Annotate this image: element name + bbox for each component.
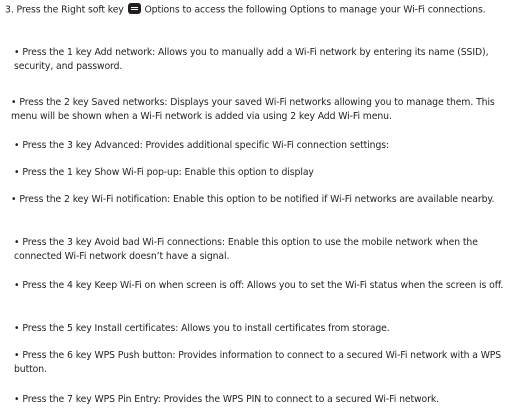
manual-page: 3. Press the Right soft key Options to a…	[0, 0, 518, 411]
list-item-keep-wifi-on: • Press the 4 key Keep Wi-Fi on when scre…	[14, 279, 514, 293]
list-item-text: Press the 7 key WPS Pin Entry: Provides …	[22, 394, 439, 405]
intro-text-after: Options to access the following Options …	[144, 4, 486, 16]
list-item-wps-push-button: • Press the 6 key WPS Push button: Provid…	[14, 349, 514, 376]
list-item-saved-networks: • Press the 2 key Saved networks: Display…	[11, 96, 511, 123]
list-item-text: Press the 1 key Show Wi-Fi pop-up: Enabl…	[22, 167, 314, 178]
list-item-text: Press the 4 key Keep Wi-Fi on when scree…	[22, 280, 504, 291]
bullet: •	[11, 194, 17, 205]
bullet: •	[14, 280, 20, 291]
list-item-avoid-bad-wifi: • Press the 3 key Avoid bad Wi-Fi connect…	[14, 236, 514, 263]
bullet: •	[14, 323, 20, 334]
list-item-text: Press the 3 key Advanced: Provides addit…	[22, 140, 390, 151]
list-item-add-network: • Press the 1 key Add network: Allows you…	[14, 46, 514, 73]
list-item-advanced: • Press the 3 key Advanced: Provides addi…	[14, 139, 514, 153]
bullet: •	[14, 237, 20, 248]
intro-text-before: 3. Press the Right soft key	[5, 4, 124, 16]
list-item-text: Press the 2 key Saved networks: Displays…	[11, 97, 495, 122]
bullet: •	[14, 140, 20, 151]
step-3-intro: 3. Press the Right soft key Options to a…	[5, 3, 510, 17]
bullet: •	[14, 47, 20, 58]
list-item-text: Press the 6 key WPS Push button: Provide…	[14, 350, 502, 375]
list-item-text: Press the 5 key Install certificates: Al…	[22, 323, 390, 334]
bullet: •	[14, 167, 20, 178]
list-item-text: Press the 2 key Wi-Fi notification: Enab…	[19, 194, 495, 205]
list-item-install-certificates: • Press the 5 key Install certificates: A…	[14, 322, 514, 336]
list-item-wps-pin-entry: • Press the 7 key WPS Pin Entry: Provides…	[14, 393, 514, 407]
bullet: •	[14, 350, 20, 361]
menu-icon	[127, 3, 141, 14]
list-item-text: Press the 3 key Avoid bad Wi-Fi connecti…	[14, 237, 478, 262]
bullet: •	[11, 97, 17, 108]
list-item-text: Press the 1 key Add network: Allows you …	[14, 47, 489, 72]
bullet: •	[14, 394, 20, 405]
list-item-show-wifi-popup: • Press the 1 key Show Wi-Fi pop-up: Enab…	[14, 166, 514, 180]
list-item-wifi-notification: • Press the 2 key Wi-Fi notification: Ena…	[11, 193, 511, 207]
